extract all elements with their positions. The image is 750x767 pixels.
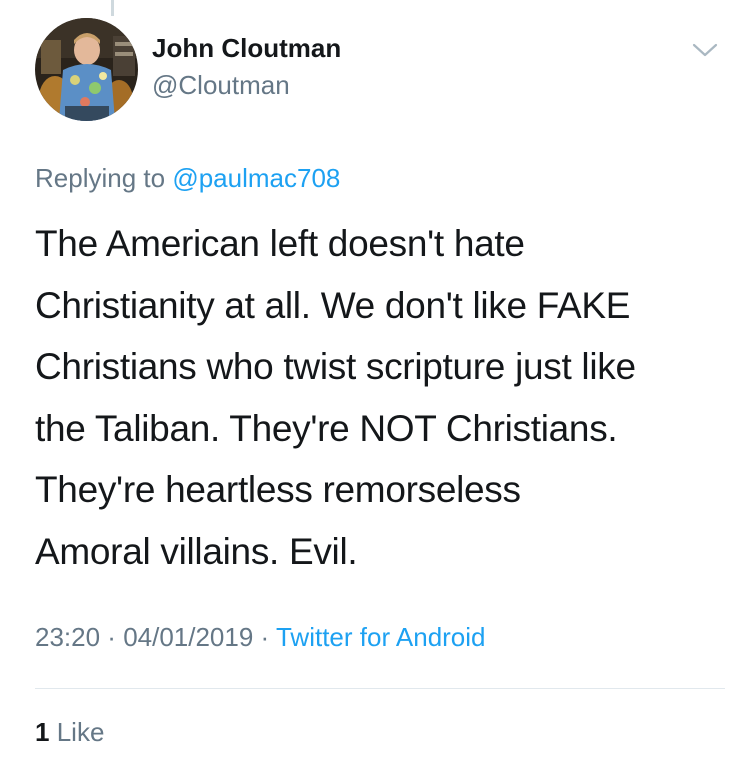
thread-connector-line (111, 0, 114, 16)
tweet-metadata: 23:20 · 04/01/2019 · Twitter for Android (35, 622, 486, 653)
tweet-text-line: Amoral villains. Evil. (35, 530, 358, 572)
replying-to-line: Replying to @paulmac708 (35, 163, 340, 194)
author-name[interactable]: John Cloutman (152, 33, 341, 64)
author-handle[interactable]: @Cloutman (152, 70, 290, 101)
meta-separator: · (100, 622, 124, 652)
avatar-photo (35, 18, 138, 121)
likes-summary[interactable]: 1 Like (35, 717, 104, 748)
tweet-text-line: The American left doesn't hate (35, 223, 525, 264)
tweet-menu-button[interactable] (691, 40, 719, 60)
tweet-text-line: the Taliban. They're NOT Christians. (35, 407, 618, 449)
replying-to-label: Replying to (35, 163, 173, 193)
tweet-text: The American left doesn't hate Christian… (35, 213, 735, 582)
meta-separator: · (253, 622, 276, 652)
tweet-text-line: They're heartless remorseless (35, 469, 521, 510)
chevron-down-icon (692, 43, 718, 57)
like-count: 1 (35, 717, 50, 747)
tweet-text-line: Christians who twist scripture just like (35, 346, 636, 387)
tweet-source-link[interactable]: Twitter for Android (276, 622, 486, 652)
tweet-text-line: Christianity at all. We don't like FAKE (35, 284, 631, 326)
divider (35, 688, 725, 689)
tweet-time[interactable]: 23:20 (35, 622, 100, 652)
like-label: Like (56, 717, 105, 747)
tweet-date[interactable]: 04/01/2019 (123, 622, 253, 652)
reply-mention-link[interactable]: @paulmac708 (172, 163, 340, 193)
avatar[interactable] (35, 18, 138, 121)
